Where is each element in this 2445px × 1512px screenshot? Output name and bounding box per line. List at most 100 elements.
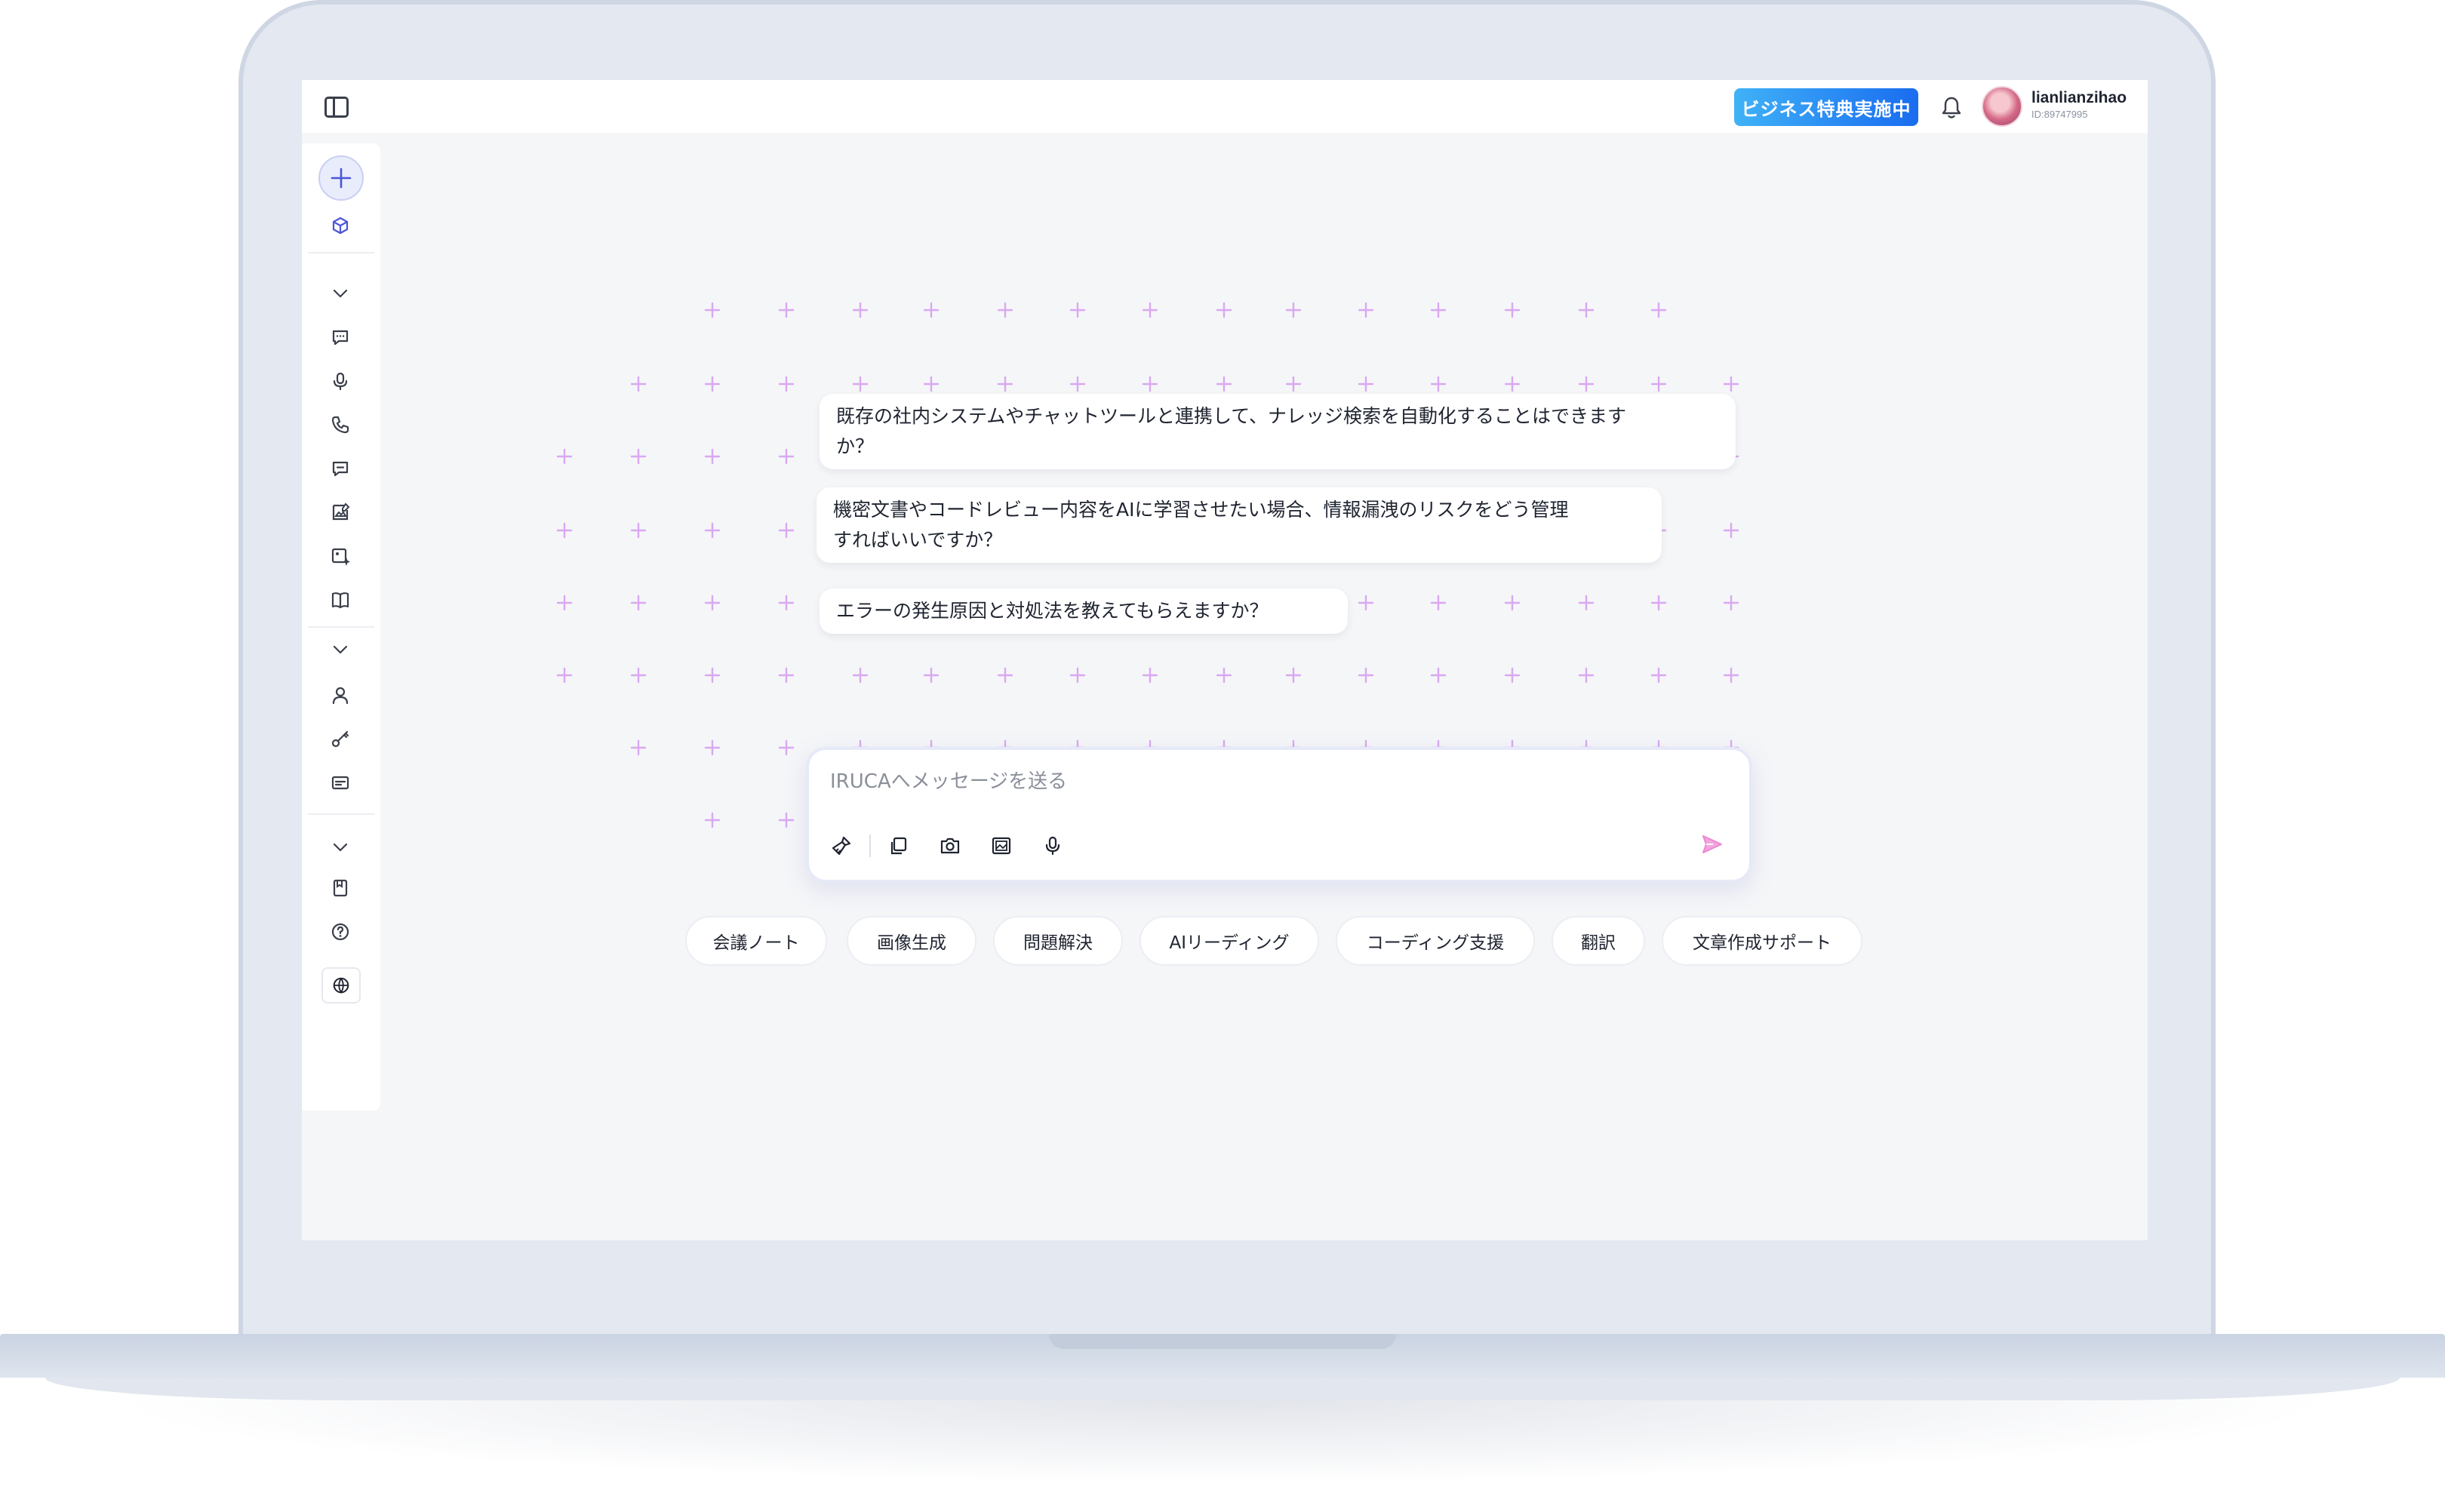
sidebar-item-account[interactable] [326,681,355,709]
sidebar-divider [308,813,374,815]
brush-tool-button[interactable] [827,831,856,860]
card-icon [331,776,349,790]
chip-problem-solving[interactable]: 問題解決 [993,916,1123,966]
plus-mark [1578,376,1595,392]
suggestion-text: 機密文書やコードレビュー内容をAIに学習させたい場合、情報漏洩のリスクをどう管理 [833,499,1569,521]
user-avatar[interactable] [1982,86,2022,127]
suggestion-bubble[interactable]: 既存の社内システムやチャットツールと連携して、ナレッジ検索を自動化することはでき… [820,394,1736,469]
sidebar-divider [308,626,374,628]
plus-mark [778,302,795,318]
voice-input-button[interactable] [1038,831,1067,860]
chip-translation[interactable]: 翻訳 [1552,916,1645,966]
plus-mark [1069,302,1086,318]
sidebar-item-api-key[interactable] [326,724,355,753]
plus-mark [1650,376,1667,392]
image-tool-button[interactable] [987,831,1016,860]
sidebar-toggle-icon[interactable] [324,97,349,118]
plus-mark [1285,667,1302,684]
send-button[interactable] [1696,828,1728,860]
key-icon [331,730,349,748]
sidebar-item-chat[interactable] [326,323,355,352]
plus-mark [778,739,795,756]
sidebar-item-call[interactable] [326,410,355,439]
plus-mark [704,812,721,828]
sidebar-item-image-ai[interactable] [326,542,355,570]
chevron-down-icon [333,645,348,654]
plus-mark [778,448,795,465]
plus-mark [630,376,647,392]
sidebar-section-toggle-2[interactable] [326,635,355,664]
microphone-icon [1045,836,1060,856]
plus-mark [704,302,721,318]
plus-pattern-background [556,302,1739,828]
plus-mark [923,667,940,684]
sidebar-item-models[interactable] [326,211,355,240]
bookmark-icon [333,879,348,897]
plus-mark [997,667,1013,684]
plus-mark [1358,376,1374,392]
plus-mark [778,812,795,828]
plus-mark [1650,667,1667,684]
brush-icon [832,836,851,856]
plus-mark [778,522,795,539]
business-promo-button[interactable]: ビジネス特典実施中 [1734,88,1918,126]
plus-mark [852,376,869,392]
camera-icon [940,837,960,854]
plus-mark [1650,302,1667,318]
message-input[interactable] [830,765,1660,798]
sidebar-item-billing[interactable] [326,768,355,797]
sidebar-section-toggle-3[interactable] [326,833,355,862]
sidebar-section-toggle-1[interactable] [326,279,355,308]
help-icon [331,923,349,941]
sidebar-item-image-edit[interactable] [326,498,355,527]
plus-mark [1504,595,1521,611]
chip-meeting-notes[interactable]: 会議ノート [685,916,827,966]
app-screen: ビジネス特典実施中 lianlianzihao ID:89747995 既存の社… [302,80,2148,1240]
plus-mark [556,595,573,611]
chat-bubble-icon [332,461,349,477]
suggestion-bubble[interactable]: エラーの発生原因と対処法を教えてもらえますか？ [820,589,1348,634]
plus-mark [1285,376,1302,392]
chip-coding-support[interactable]: コーディング支援 [1336,916,1535,966]
globe-icon [333,977,349,994]
plus-mark [1142,376,1158,392]
plus-mark [997,376,1013,392]
sidebar-item-voice[interactable] [326,367,355,395]
chip-image-generation[interactable]: 画像生成 [847,916,976,966]
laptop-base-lower [45,1378,2400,1400]
language-button[interactable] [321,967,361,1003]
plus-mark [1578,302,1595,318]
chip-writing-support[interactable]: 文章作成サポート [1662,916,1862,966]
chevron-down-icon [333,289,348,298]
plus-mark [1430,376,1447,392]
plus-mark [1430,667,1447,684]
user-name[interactable]: lianlianzihao [2031,89,2127,107]
sidebar-item-help[interactable] [326,917,355,946]
plus-mark [852,302,869,318]
plus-mark [1504,302,1521,318]
chat-icon [332,330,349,346]
new-chat-button[interactable] [318,155,364,201]
sidebar-item-saved[interactable] [326,874,355,902]
plus-mark [1578,595,1595,611]
bell-icon[interactable] [1939,95,1964,121]
plus-mark [1504,376,1521,392]
chip-ai-reading[interactable]: AIリーディング [1139,916,1319,966]
toolbar-divider [869,834,871,857]
suggestion-bubble[interactable]: 機密文書やコードレビュー内容をAIに学習させたい場合、情報漏洩のリスクをどう管理… [817,487,1662,563]
sidebar-item-library[interactable] [326,585,355,614]
plus-mark [704,376,721,392]
suggestion-text: エラーの発生原因と対処法を教えてもらえますか？ [836,600,1269,622]
sidebar-divider [308,252,374,254]
plus-mark [1358,595,1374,611]
laptop-shadow [106,1400,2339,1483]
copy-tool-button[interactable] [884,831,913,860]
plus-mark [556,448,573,465]
plus-mark [997,302,1013,318]
laptop-notch [1049,1334,1396,1349]
plus-mark [1430,302,1447,318]
sidebar-item-messages[interactable] [326,454,355,483]
camera-tool-button[interactable] [936,831,964,860]
plus-mark [1723,522,1739,539]
phone-icon [331,416,349,434]
